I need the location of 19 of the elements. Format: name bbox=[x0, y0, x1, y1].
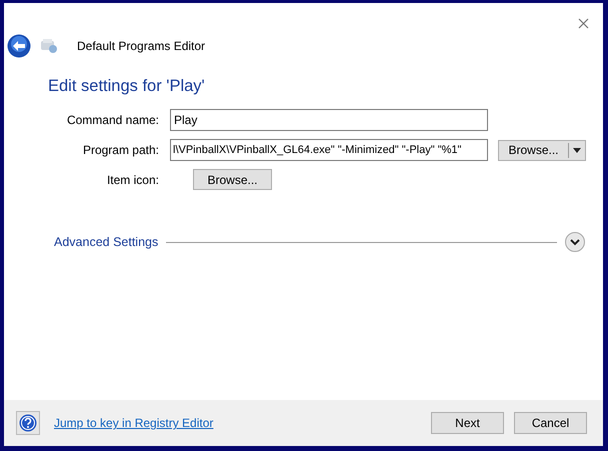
help-button[interactable] bbox=[16, 411, 40, 435]
dialog-button[interactable]: Cancel bbox=[514, 412, 587, 434]
close-icon[interactable] bbox=[578, 18, 589, 29]
dialog-button[interactable]: Next bbox=[431, 412, 504, 434]
registry-link[interactable]: Jump to key in Registry Editor bbox=[54, 416, 214, 430]
field-label: Command name: bbox=[66, 113, 159, 127]
field-label: Item icon: bbox=[106, 172, 159, 186]
input-field[interactable]: l\VPinballX\VPinballX_GL64.exe" "-Minimized" "-Play" "%1" bbox=[170, 139, 488, 161]
field-label: Program path: bbox=[82, 143, 159, 157]
page-heading: Edit settings for 'Play' bbox=[48, 77, 206, 96]
input-field[interactable]: Play bbox=[170, 109, 488, 131]
window-title: Default Programs Editor bbox=[77, 39, 206, 53]
browse-button[interactable]: Browse... bbox=[193, 169, 272, 190]
caret-icon bbox=[573, 148, 581, 152]
split-button[interactable]: Browse... bbox=[498, 140, 586, 160]
section-label: Advanced Settings bbox=[54, 235, 158, 249]
app-icon bbox=[39, 37, 59, 55]
chevron-down-icon[interactable] bbox=[565, 232, 585, 252]
back-icon[interactable] bbox=[7, 34, 31, 58]
